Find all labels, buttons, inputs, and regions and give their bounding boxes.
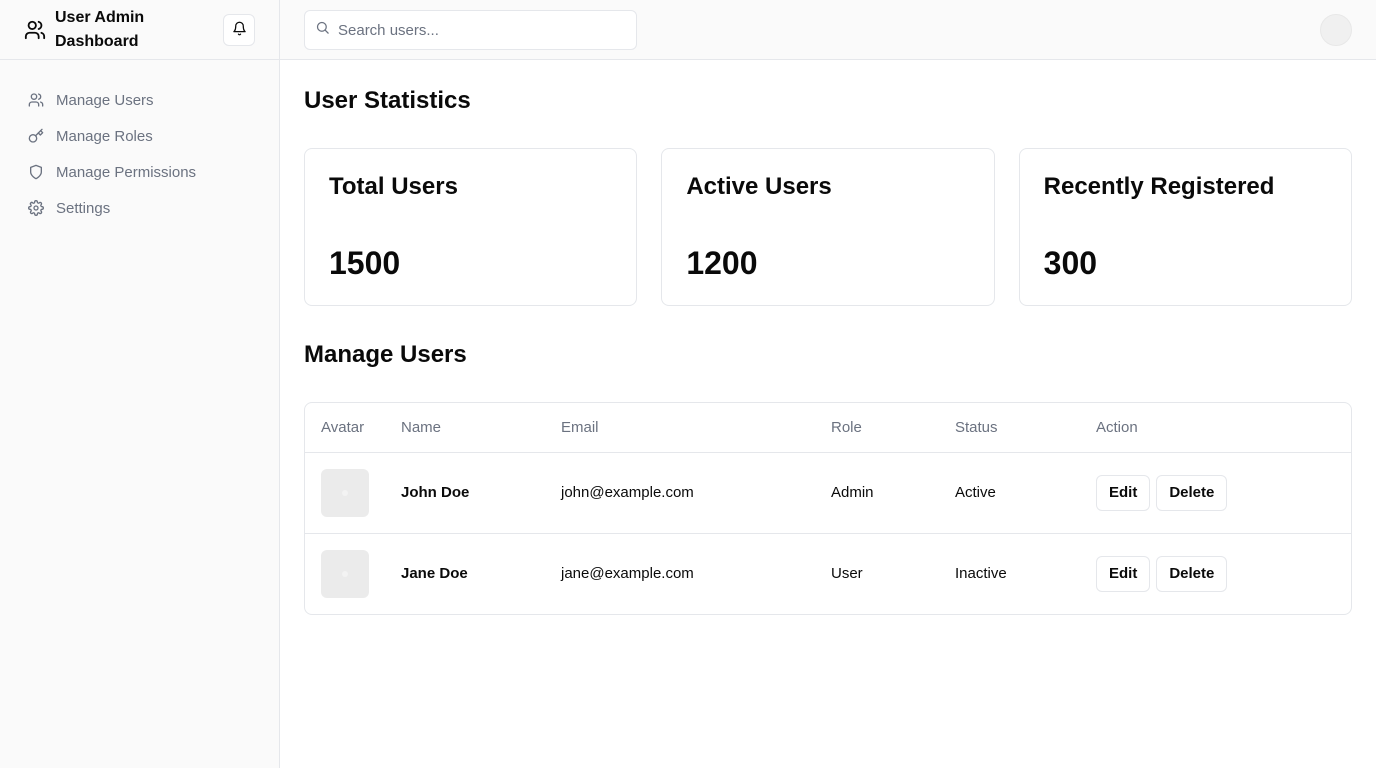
notifications-button[interactable] <box>223 14 255 46</box>
search-box <box>304 10 637 50</box>
user-status: Inactive <box>939 532 1080 614</box>
user-role: User <box>815 532 939 614</box>
app-title: User Admin Dashboard <box>55 8 145 50</box>
stat-value: 1500 <box>329 245 401 281</box>
user-role: Admin <box>831 484 874 501</box>
sidebar-item-label: Manage Roles <box>56 127 153 145</box>
shield-icon <box>28 164 44 180</box>
sidebar-item-settings[interactable]: Settings <box>0 190 279 226</box>
user-avatar[interactable] <box>1320 14 1352 46</box>
delete-button[interactable]: Delete <box>1156 555 1228 592</box>
table-header-row: Avatar Name Email Role Status Action <box>305 403 1351 453</box>
stats-cards: Total Users 1500 Active Users 1200 Recen… <box>304 148 1352 306</box>
sidebar-item-manage-permissions[interactable]: Manage Permissions <box>0 154 279 190</box>
user-status: Active <box>955 484 996 501</box>
users-title: Manage Users <box>304 341 467 368</box>
action-cell: Edit Delete <box>1080 452 1351 533</box>
stat-label: Recently Registered <box>1043 173 1275 200</box>
stat-value: 300 <box>1043 245 1098 281</box>
column-header-avatar: Avatar <box>305 403 385 453</box>
user-name: Jane Doe <box>385 532 545 614</box>
stat-card-active-users: Active Users 1200 <box>661 148 995 306</box>
sidebar-item-label: Manage Permissions <box>56 163 197 181</box>
column-header-name: Name <box>385 403 545 453</box>
table-row: Jane Doe jane@example.com User Inactive … <box>305 532 1351 614</box>
stat-card-total-users: Total Users 1500 <box>304 148 638 306</box>
table-row: John Doe john@example.com Admin Active E… <box>305 452 1351 533</box>
column-header-email: Email <box>545 403 815 453</box>
sidebar-item-manage-users[interactable]: Manage Users <box>0 82 279 118</box>
edit-button[interactable]: Edit <box>1096 474 1151 511</box>
user-email: john@example.com <box>561 484 694 501</box>
stat-label: Active Users <box>686 173 832 200</box>
column-header-status: Status <box>939 403 1080 453</box>
sidebar-item-label: Manage Users <box>56 91 154 109</box>
column-header-action: Action <box>1080 403 1351 453</box>
stats-title: User Statistics <box>304 87 471 114</box>
user-email: jane@example.com <box>545 532 815 614</box>
gear-icon <box>28 200 44 216</box>
action-cell: Edit Delete <box>1080 532 1351 614</box>
sidebar: User Admin Dashboard Manage Users Manage… <box>0 0 280 768</box>
users-icon <box>28 92 44 108</box>
avatar-cell <box>305 452 385 533</box>
sidebar-item-manage-roles[interactable]: Manage Roles <box>0 118 279 154</box>
avatar <box>321 468 369 517</box>
search-input[interactable] <box>338 21 618 39</box>
key-icon <box>28 128 44 144</box>
search-icon <box>315 20 330 40</box>
edit-button[interactable]: Edit <box>1096 555 1151 592</box>
topbar <box>280 0 1376 60</box>
sidebar-nav: Manage Users Manage Roles Manage Permiss… <box>0 60 279 226</box>
stat-card-recently-registered: Recently Registered 300 <box>1018 148 1352 306</box>
users-icon <box>24 19 46 41</box>
column-header-role: Role <box>815 403 939 453</box>
users-table: Avatar Name Email Role Status Action Joh… <box>304 402 1352 615</box>
sidebar-header: User Admin Dashboard <box>0 0 279 60</box>
bell-icon <box>232 21 247 39</box>
stat-value: 1200 <box>686 245 758 281</box>
sidebar-item-label: Settings <box>56 199 111 217</box>
avatar <box>321 549 369 598</box>
avatar-cell <box>305 532 385 614</box>
user-name: John Doe <box>401 484 470 501</box>
delete-button[interactable]: Delete <box>1156 474 1228 511</box>
stat-label: Total Users <box>329 173 458 200</box>
